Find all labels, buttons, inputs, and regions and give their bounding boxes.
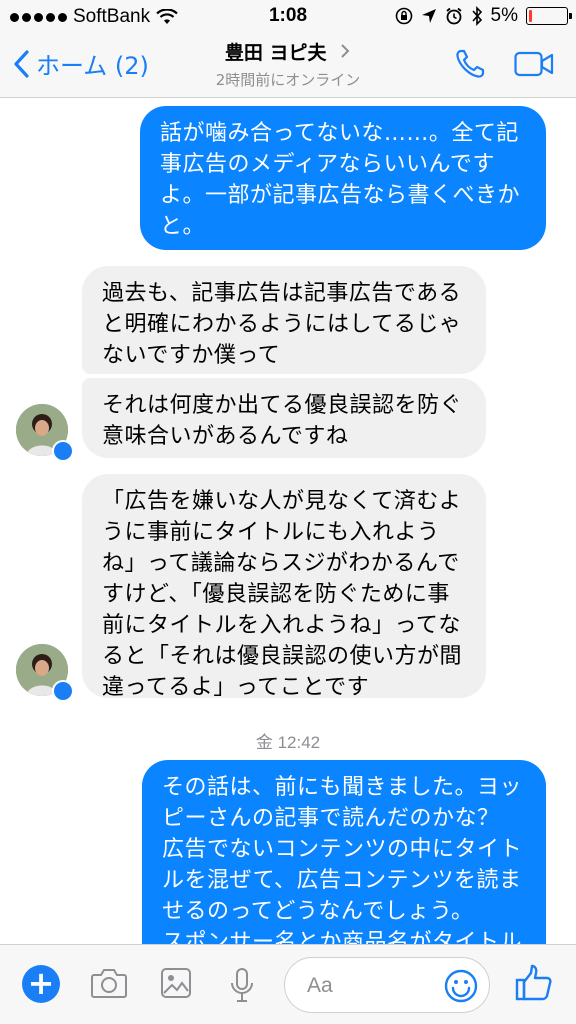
message-line: 事広告のメディアならいいんです: [160, 152, 495, 177]
battery-icon: [526, 7, 572, 25]
contact-name: 豊田 ヨピ夫: [224, 42, 327, 64]
message-line: 話が噛み合ってないな……。全て記: [160, 121, 519, 146]
gallery-icon[interactable]: [160, 967, 192, 999]
message-line: ね」って議論ならスジがわかるんで: [102, 551, 460, 576]
message-line: その話は、前にも聞きました。ヨッ: [162, 775, 523, 800]
message-line: と明確にわかるようにはしてるじゃ: [102, 312, 462, 337]
header-actions: [454, 48, 554, 80]
message-line: と。: [160, 214, 206, 239]
microphone-icon[interactable]: [228, 967, 256, 1003]
video-call-icon[interactable]: [514, 51, 554, 77]
message-line: ないですか僕って: [102, 343, 281, 368]
status-icons: 5%: [395, 5, 572, 27]
location-icon: [421, 9, 436, 23]
message-line: ると「それは優良誤認の使い方が間: [102, 644, 463, 669]
chevron-right-icon: [341, 44, 350, 58]
message-line: せるのってどうなんでしょう。: [162, 899, 474, 924]
message-line: すけど、「優良誤認を防ぐために事: [102, 582, 450, 607]
message-timestamp: 金 12:42: [255, 733, 321, 752]
message-bubble-incoming[interactable]: 過去も、記事広告は記事広告である と明確にわかるようにはしてるじゃ ないですか僕…: [82, 266, 486, 374]
message-input[interactable]: Aa: [284, 957, 490, 1013]
thumbs-up-icon[interactable]: [514, 963, 554, 1003]
messenger-badge-icon: [52, 440, 74, 462]
message-line: 「広告を嫌いな人が見なくて済むよ: [102, 489, 462, 514]
message-line: ピーさんの記事で読んだのかな？: [162, 806, 500, 831]
message-bubble-incoming[interactable]: それは何度か出てる優良誤認を防ぐ 意味合いがあるんですね: [82, 378, 486, 458]
message-line: 広告でないコンテンツの中にタイト: [162, 837, 523, 862]
conversation-header: ホーム (2) 豊田 ヨピ夫 2時間前にオンライン: [0, 34, 576, 98]
message-line: 意味合いがあるんですね: [102, 424, 349, 449]
message-line: よ。一部が記事広告なら書くべきか: [160, 183, 521, 208]
message-line: 違ってるよ」ってことです: [102, 675, 370, 700]
battery-percent: 5%: [490, 5, 518, 26]
rotation-lock-icon: [395, 7, 412, 25]
plus-icon[interactable]: +: [22, 965, 60, 1003]
battery-level: [529, 10, 532, 22]
message-line: 過去も、記事広告は記事広告である: [102, 281, 462, 306]
message-composer: + Aa: [0, 944, 576, 1024]
messenger-badge-icon: [52, 680, 74, 702]
camera-icon[interactable]: [90, 967, 128, 999]
bluetooth-icon: [471, 6, 482, 26]
message-line: それは何度か出てる優良誤認を防ぐ: [102, 393, 463, 418]
message-line: ルを混ぜて、広告コンテンツを読ま: [162, 868, 522, 893]
message-input-placeholder: Aa: [307, 974, 333, 997]
alarm-icon: [445, 7, 462, 25]
phone-icon[interactable]: [454, 48, 486, 80]
message-bubble-incoming[interactable]: 「広告を嫌いな人が見なくて済むよ うに事前にタイトルにも入れよう ね」って議論な…: [82, 474, 486, 700]
message-bubble-outgoing[interactable]: 話が噛み合ってないな……。全て記 事広告のメディアならいいんです よ。一部が記事…: [140, 106, 546, 250]
message-line: 前にタイトルを入れようね」ってな: [102, 613, 461, 638]
status-bar: SoftBank 1:08 5%: [0, 0, 576, 34]
emoji-icon[interactable]: [443, 968, 479, 1004]
message-line: うに事前にタイトルにも入れよう: [102, 520, 440, 545]
